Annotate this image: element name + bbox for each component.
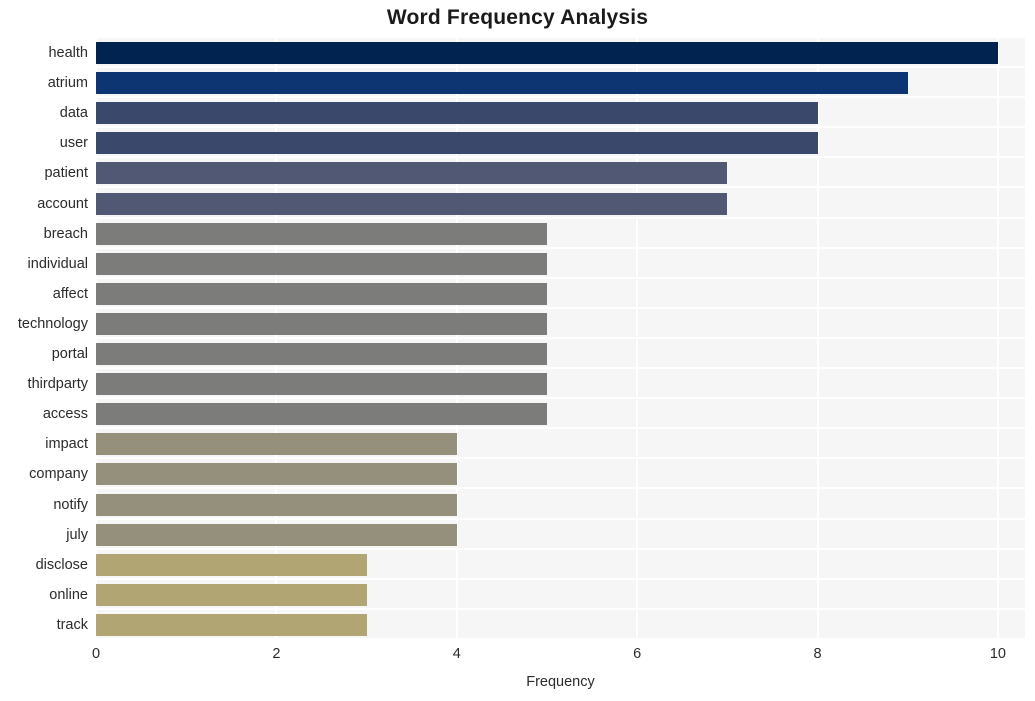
y-axis-tick-labels: health atrium data user patient account breach…	[0, 38, 88, 640]
y-gridline	[96, 306, 1025, 309]
y-tick-label: thirdparty	[27, 376, 88, 393]
bar	[96, 613, 367, 636]
bar	[96, 252, 547, 275]
x-gridline	[455, 38, 458, 640]
y-gridline	[96, 216, 1025, 219]
y-tick-label: notify	[53, 496, 88, 513]
y-tick-label: access	[42, 406, 88, 423]
y-tick-label: portal	[51, 346, 88, 363]
y-tick-label: company	[29, 466, 88, 483]
bar	[96, 192, 728, 215]
x-tick-label: 0	[91, 646, 101, 662]
x-axis-tick-labels: 0 2 4 6 8 10	[0, 645, 1035, 669]
bar	[96, 222, 547, 245]
x-gridline	[816, 38, 819, 640]
y-tick-label: track	[56, 616, 88, 633]
y-gridline	[96, 276, 1025, 279]
bar	[96, 282, 547, 305]
x-tick-label: 10	[989, 646, 1007, 662]
y-gridline	[96, 427, 1025, 430]
bar	[96, 463, 457, 486]
y-tick-label: disclose	[35, 556, 88, 573]
y-tick-label: health	[48, 45, 88, 62]
y-tick-label: patient	[44, 165, 88, 182]
y-gridline	[96, 66, 1025, 69]
plot-area	[96, 38, 1025, 640]
bar	[96, 42, 998, 65]
bar	[96, 162, 728, 185]
x-tick-label: 6	[633, 646, 642, 662]
y-tick-label: impact	[45, 436, 88, 453]
x-tick-label: 4	[452, 646, 461, 662]
y-gridline	[96, 547, 1025, 550]
bar	[96, 72, 908, 95]
x-gridline	[996, 38, 999, 640]
y-gridline	[96, 336, 1025, 339]
y-tick-label: online	[49, 586, 88, 603]
bar	[96, 343, 547, 366]
bar	[96, 553, 367, 576]
y-gridline	[96, 607, 1025, 610]
bar	[96, 312, 547, 335]
y-gridline	[96, 126, 1025, 129]
y-tick-label: individual	[27, 255, 88, 272]
x-axis-label: Frequency	[526, 674, 595, 690]
bar	[96, 583, 367, 606]
x-gridline	[275, 38, 278, 640]
y-tick-label: account	[37, 195, 88, 212]
bar	[96, 403, 547, 426]
chart-title: Word Frequency Analysis	[386, 6, 649, 29]
y-gridline	[96, 96, 1025, 99]
y-tick-label: breach	[43, 225, 88, 242]
bar	[96, 523, 457, 546]
x-gridline	[636, 38, 639, 640]
bar	[96, 132, 818, 155]
y-gridline	[96, 457, 1025, 460]
y-gridline	[96, 517, 1025, 520]
y-gridline	[96, 577, 1025, 580]
bar	[96, 373, 547, 396]
bar	[96, 493, 457, 516]
y-gridline	[96, 367, 1025, 370]
x-gridline	[96, 38, 97, 640]
y-tick-label: user	[59, 135, 88, 152]
chart-figure: Word Frequency Analysis health atrium data…	[0, 0, 1035, 701]
y-gridline	[96, 246, 1025, 249]
y-tick-label: july	[66, 526, 88, 543]
y-tick-label: data	[59, 105, 88, 122]
x-tick-label: 8	[813, 646, 822, 662]
bar	[96, 433, 457, 456]
y-tick-label: technology	[17, 315, 88, 332]
y-gridline	[96, 397, 1025, 400]
y-tick-label: affect	[52, 285, 88, 302]
y-tick-label: atrium	[47, 75, 88, 92]
bar	[96, 102, 818, 125]
y-gridline	[96, 637, 1025, 640]
y-gridline	[96, 186, 1025, 189]
y-gridline	[96, 156, 1025, 159]
y-gridline	[96, 487, 1025, 490]
x-tick-label: 2	[272, 646, 281, 662]
